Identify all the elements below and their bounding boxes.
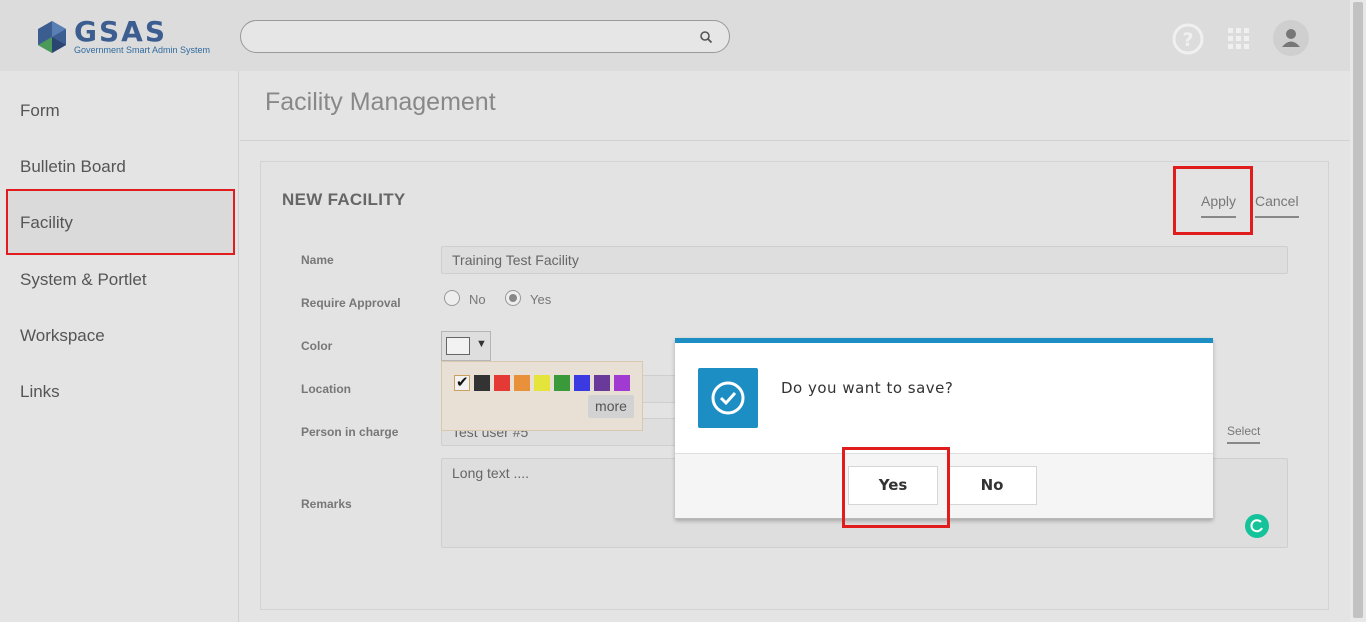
sidebar-item-facility[interactable]: Facility: [20, 213, 73, 233]
name-field[interactable]: Training Test Facility: [441, 246, 1288, 274]
check-circle-icon: [711, 381, 745, 415]
apply-highlight-box: [1173, 166, 1253, 235]
sidebar-item-workspace[interactable]: Workspace: [20, 326, 105, 346]
more-colors-button[interactable]: more: [588, 395, 634, 418]
sidebar: Form Bulletin Board Facility System & Po…: [0, 71, 239, 622]
scrollbar-thumb[interactable]: [1353, 2, 1363, 618]
select-person-button[interactable]: Select: [1227, 424, 1261, 444]
approval-yes-radio[interactable]: [505, 290, 521, 306]
title-divider: [240, 140, 1350, 141]
logo-subtitle: Government Smart Admin System: [74, 45, 211, 55]
cancel-button[interactable]: Cancel: [1255, 193, 1299, 218]
check-icon: ✔: [456, 374, 469, 391]
search-icon[interactable]: [699, 30, 713, 44]
dialog-check-icon: [698, 368, 758, 428]
dialog-no-button[interactable]: No: [947, 466, 1037, 505]
color-swatch-green[interactable]: [554, 375, 570, 391]
color-swatch-purple[interactable]: [614, 375, 630, 391]
chevron-down-icon: ▼: [476, 338, 487, 350]
sidebar-item-system-portlet[interactable]: System & Portlet: [20, 270, 147, 290]
page-scrollbar[interactable]: [1350, 0, 1366, 622]
user-avatar-icon[interactable]: [1273, 20, 1309, 56]
color-label: Color: [301, 339, 333, 353]
remarks-label: Remarks: [301, 497, 352, 511]
top-header: GSAS Government Smart Admin System ?: [0, 0, 1350, 71]
color-swatch-orange[interactable]: [514, 375, 530, 391]
name-label: Name: [301, 253, 334, 267]
color-swatch-indigo[interactable]: [594, 375, 610, 391]
sidebar-item-links[interactable]: Links: [20, 382, 60, 402]
dialog-message: Do you want to save?: [781, 379, 954, 397]
grammar-assistant-icon[interactable]: [1244, 513, 1270, 539]
gsas-logo[interactable]: GSAS Government Smart Admin System: [34, 15, 214, 57]
color-swatch-blue[interactable]: [574, 375, 590, 391]
page-title: Facility Management: [265, 88, 496, 116]
approval-no-radio[interactable]: [444, 290, 460, 306]
sidebar-item-bulletin-board[interactable]: Bulletin Board: [20, 157, 126, 177]
require-approval-label: Require Approval: [301, 296, 401, 310]
yes-highlight-box: [842, 447, 950, 528]
color-swatch-black[interactable]: [474, 375, 490, 391]
approval-no-label: No: [469, 292, 486, 307]
help-icon[interactable]: ?: [1171, 22, 1205, 56]
color-palette-popup: ✔ more: [441, 361, 643, 431]
location-label: Location: [301, 382, 351, 396]
sidebar-item-form[interactable]: Form: [20, 101, 60, 121]
logo-hexagon-icon: [38, 21, 66, 53]
search-input[interactable]: [240, 20, 730, 53]
svg-text:?: ?: [1182, 29, 1193, 51]
apps-grid-icon[interactable]: [1222, 22, 1256, 56]
color-swatch-white[interactable]: ✔: [454, 374, 470, 391]
color-picker-button[interactable]: ▼: [441, 331, 491, 361]
person-in-charge-label: Person in charge: [301, 425, 399, 439]
logo-title: GSAS: [74, 15, 167, 48]
form-title: NEW FACILITY: [282, 190, 406, 209]
color-swatch-red[interactable]: [494, 375, 510, 391]
color-swatch-yellow[interactable]: [534, 375, 550, 391]
approval-yes-label: Yes: [530, 292, 552, 307]
selected-color-swatch: [446, 337, 470, 355]
